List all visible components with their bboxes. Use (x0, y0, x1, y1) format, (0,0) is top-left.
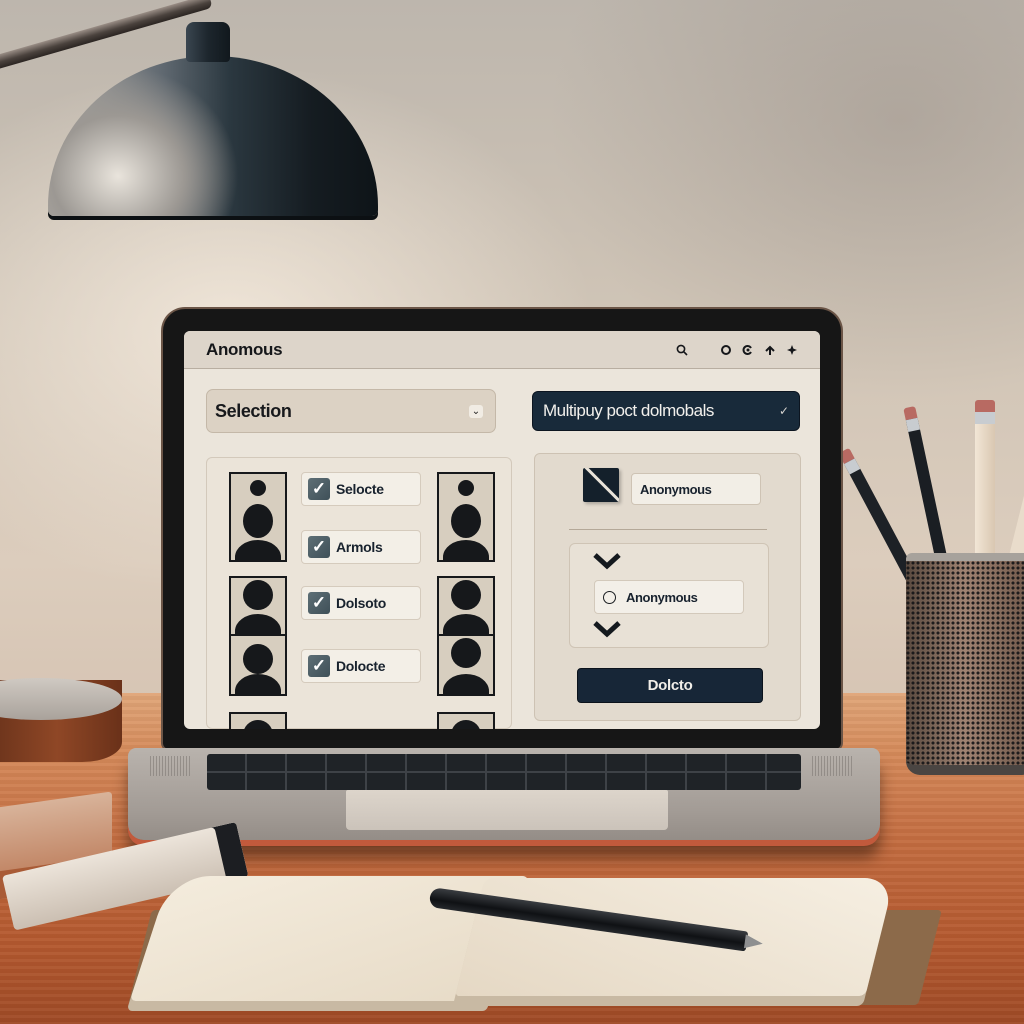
selection-dropdown-label: Selection (215, 400, 292, 421)
speaker-grille (812, 756, 854, 776)
name-field-value: Anonymous (640, 481, 712, 497)
chevron-down-icon: ✓ (778, 404, 789, 418)
radio-group: Anonymous (569, 543, 769, 648)
radio-button-icon[interactable] (603, 590, 616, 604)
divider (569, 529, 767, 530)
checkbox-checked-icon[interactable]: ✓ (308, 655, 330, 677)
mode-dropdown-label: Multipuy poct dolmobals (543, 401, 714, 420)
laptop-screen: Anomous Selection ⌄ Multipuy poct dolmob… (184, 331, 820, 729)
delete-button[interactable]: Dolcto (577, 668, 763, 703)
selection-dropdown[interactable]: Selection ⌄ (206, 389, 496, 433)
checkbox-item[interactable]: ✓ Dolocte (301, 649, 421, 683)
user-silhouette-icon (437, 472, 495, 562)
app-title: Anomous (206, 339, 283, 359)
checkbox-label: Armols (336, 539, 383, 555)
chevron-down-icon[interactable] (592, 552, 622, 570)
arrow-icon[interactable] (764, 344, 776, 356)
title-bar-icons (676, 344, 798, 356)
laptop-trackpad (346, 790, 668, 830)
checkbox-item[interactable]: ✓ Selocte (301, 472, 421, 506)
user-silhouette-icon (437, 634, 495, 696)
checkbox-item[interactable]: ✓ Armols (301, 530, 421, 564)
selection-list-panel: ✓ Selocte ✓ Armols ✓ Dolsoto ✓ Dolocte (206, 457, 512, 729)
user-silhouette-icon (437, 576, 495, 636)
checkbox-label: Selocte (336, 481, 384, 497)
round-coaster (0, 678, 122, 762)
user-silhouette-icon (229, 712, 287, 729)
circle-icon[interactable] (720, 344, 732, 356)
slash-toggle-icon[interactable] (583, 468, 619, 502)
mesh-pencil-cup (906, 553, 1024, 775)
checkbox-label: Dolsoto (336, 595, 387, 611)
search-icon[interactable] (676, 344, 688, 356)
chevron-down-icon[interactable] (592, 620, 622, 638)
chevron-down-icon: ⌄ (469, 404, 483, 418)
user-silhouette-icon (437, 712, 495, 729)
speaker-grille (150, 756, 192, 776)
checkbox-checked-icon[interactable]: ✓ (308, 592, 330, 614)
refresh-icon[interactable] (742, 344, 754, 356)
title-bar: Anomous (184, 331, 820, 369)
options-panel: Anonymous Anonymous Dolcto (534, 453, 801, 721)
checkbox-checked-icon[interactable]: ✓ (308, 536, 330, 558)
checkbox-checked-icon[interactable]: ✓ (308, 478, 330, 500)
name-field[interactable]: Anonymous (631, 473, 761, 505)
radio-option-label: Anonymous (626, 589, 698, 605)
user-silhouette-icon (229, 576, 287, 636)
checkbox-label: Dolocte (336, 658, 386, 674)
radio-option[interactable]: Anonymous (594, 580, 744, 614)
laptop-keyboard (207, 754, 801, 790)
star-icon[interactable] (786, 344, 798, 356)
checkbox-item[interactable]: ✓ Dolsoto (301, 586, 421, 620)
user-silhouette-icon (229, 634, 287, 696)
mode-dropdown[interactable]: Multipuy poct dolmobals ✓ (532, 391, 800, 431)
user-silhouette-icon (229, 472, 287, 562)
lamp-cap (186, 22, 230, 62)
